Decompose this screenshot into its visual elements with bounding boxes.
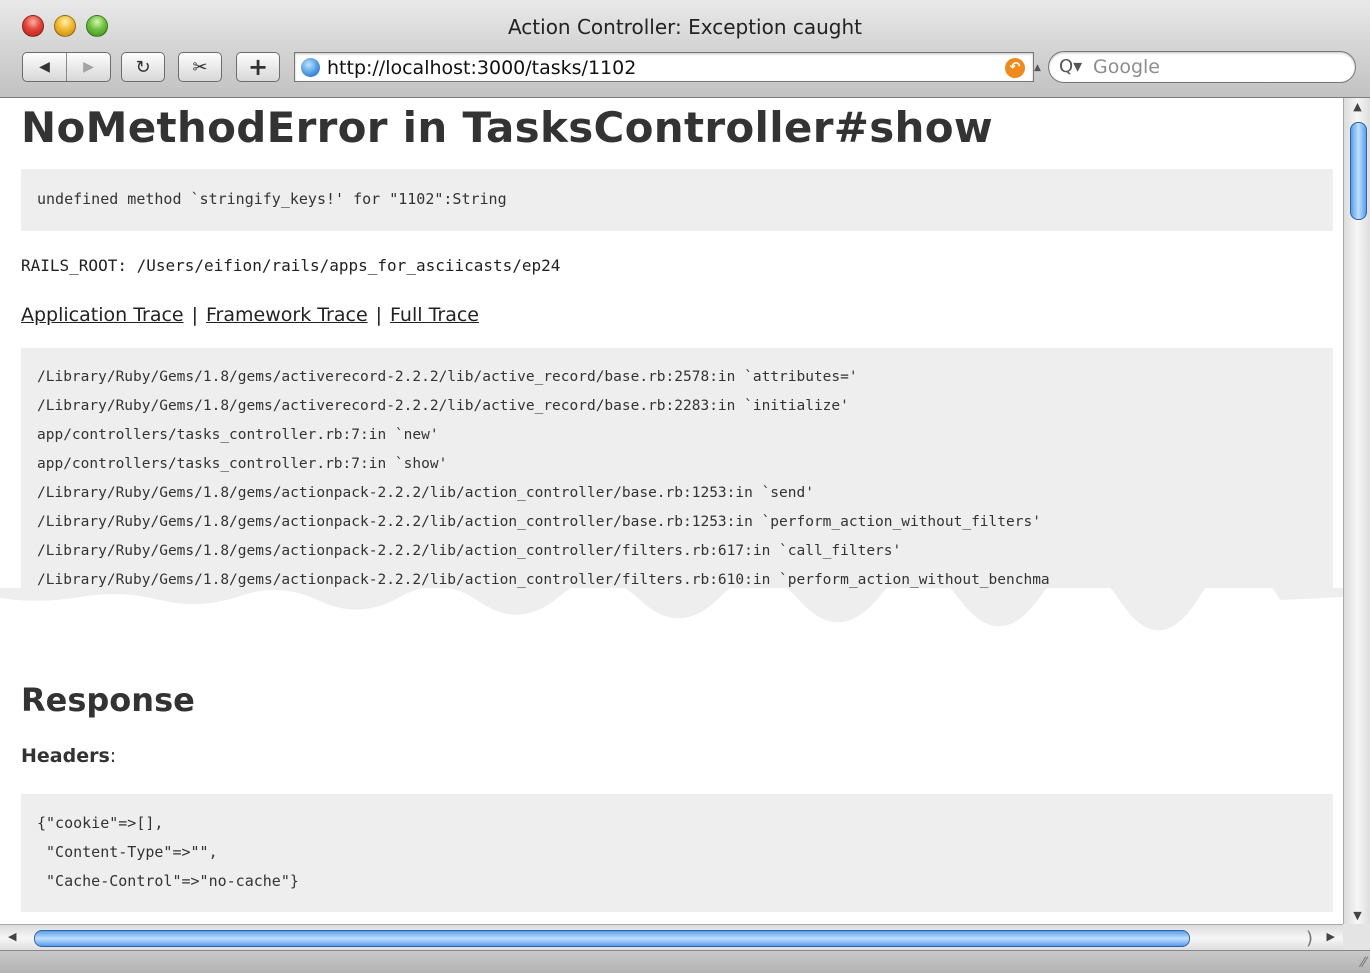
application-trace-link[interactable]: Application Trace	[21, 304, 184, 326]
trace-line: app/controllers/tasks_controller.rb:7:in…	[37, 427, 439, 443]
headers-colon: :	[109, 745, 117, 767]
window-title: Action Controller: Exception caught	[507, 15, 863, 39]
full-trace-link[interactable]: Full Trace	[390, 304, 479, 326]
trace-links: Application Trace | Framework Trace | Full T…	[21, 304, 479, 326]
error-message: undefined method `stringify_keys!' for "…	[37, 190, 507, 208]
globe-icon	[301, 58, 320, 77]
horizontal-scroll-thumb[interactable]	[34, 930, 1190, 947]
search-bar[interactable]: Q▾ Google	[1048, 51, 1356, 83]
trace-line: /Library/Ruby/Gems/1.8/gems/actionpack-2…	[37, 572, 1050, 588]
window-titlebar: Action Controller: Exception caught ◀ ▶ …	[0, 0, 1370, 98]
scroll-right-icon[interactable]: ▶	[1327, 930, 1335, 943]
header-line: "Cache-Control"=>"no-cache"}	[37, 872, 299, 890]
address-bar[interactable]: http://localhost:3000/tasks/1102 ↶	[294, 52, 1034, 82]
scroll-left-icon[interactable]: ◀	[8, 930, 16, 943]
trace-line: /Library/Ruby/Gems/1.8/gems/activerecord…	[37, 369, 858, 385]
search-input[interactable]: Google	[1093, 56, 1160, 78]
status-bar: ⁄⁄	[0, 950, 1370, 973]
back-button[interactable]: ◀	[23, 53, 66, 81]
snippet-button[interactable]: ✂	[178, 52, 222, 82]
scrollbar-corner	[1343, 924, 1370, 950]
caret-icon: ▲	[1034, 63, 1041, 73]
headers-label: Headers	[21, 745, 110, 767]
nav-button-group: ◀ ▶	[22, 52, 111, 82]
resize-grip-icon[interactable]: ⁄⁄	[1361, 955, 1366, 971]
add-bookmark-button[interactable]: +	[236, 52, 280, 82]
page-title: NoMethodError in TasksController#show	[21, 103, 993, 152]
trace-line: /Library/Ruby/Gems/1.8/gems/actionpack-2…	[37, 485, 814, 501]
url-input[interactable]: http://localhost:3000/tasks/1102	[327, 57, 636, 79]
header-line: "Content-Type"=>"",	[37, 843, 218, 861]
vertical-scroll-thumb[interactable]	[1350, 122, 1367, 220]
headers-box: {"cookie"=>[], "Content-Type"=>"", "Cach…	[21, 794, 1333, 912]
vertical-scrollbar[interactable]: ▲ ▼	[1343, 98, 1370, 924]
response-heading: Response	[21, 681, 195, 719]
header-line: {"cookie"=>[],	[37, 814, 164, 832]
trace-line: app/controllers/tasks_controller.rb:7:in…	[37, 456, 448, 472]
framework-trace-link[interactable]: Framework Trace	[206, 304, 368, 326]
headers-label-row: Headers:	[21, 745, 116, 767]
scroll-down-icon[interactable]: ▼	[1344, 909, 1370, 922]
error-message-box: undefined method `stringify_keys!' for "…	[21, 169, 1333, 231]
forward-button[interactable]: ▶	[67, 53, 110, 81]
link-separator: |	[191, 304, 199, 326]
trace-line: /Library/Ruby/Gems/1.8/gems/actionpack-2…	[37, 514, 1041, 530]
link-separator: |	[375, 304, 383, 326]
torn-edge	[0, 588, 1343, 648]
trace-line: /Library/Ruby/Gems/1.8/gems/activerecord…	[37, 398, 849, 414]
reload-button[interactable]: ↻	[121, 52, 165, 82]
horizontal-scrollbar[interactable]: ◀ ) ▶	[0, 924, 1343, 951]
page-viewport: NoMethodError in TasksController#show un…	[0, 98, 1343, 924]
search-icon[interactable]: Q▾	[1059, 56, 1082, 77]
scroll-track-end: )	[1305, 928, 1313, 949]
trace-line: /Library/Ruby/Gems/1.8/gems/actionpack-2…	[37, 543, 902, 559]
rails-root: RAILS_ROOT: /Users/eifion/rails/apps_for…	[21, 256, 561, 275]
trace-box: /Library/Ruby/Gems/1.8/gems/activerecord…	[21, 348, 1333, 600]
scroll-up-icon[interactable]: ▲	[1344, 100, 1370, 113]
snapback-icon[interactable]: ↶	[1005, 58, 1025, 78]
